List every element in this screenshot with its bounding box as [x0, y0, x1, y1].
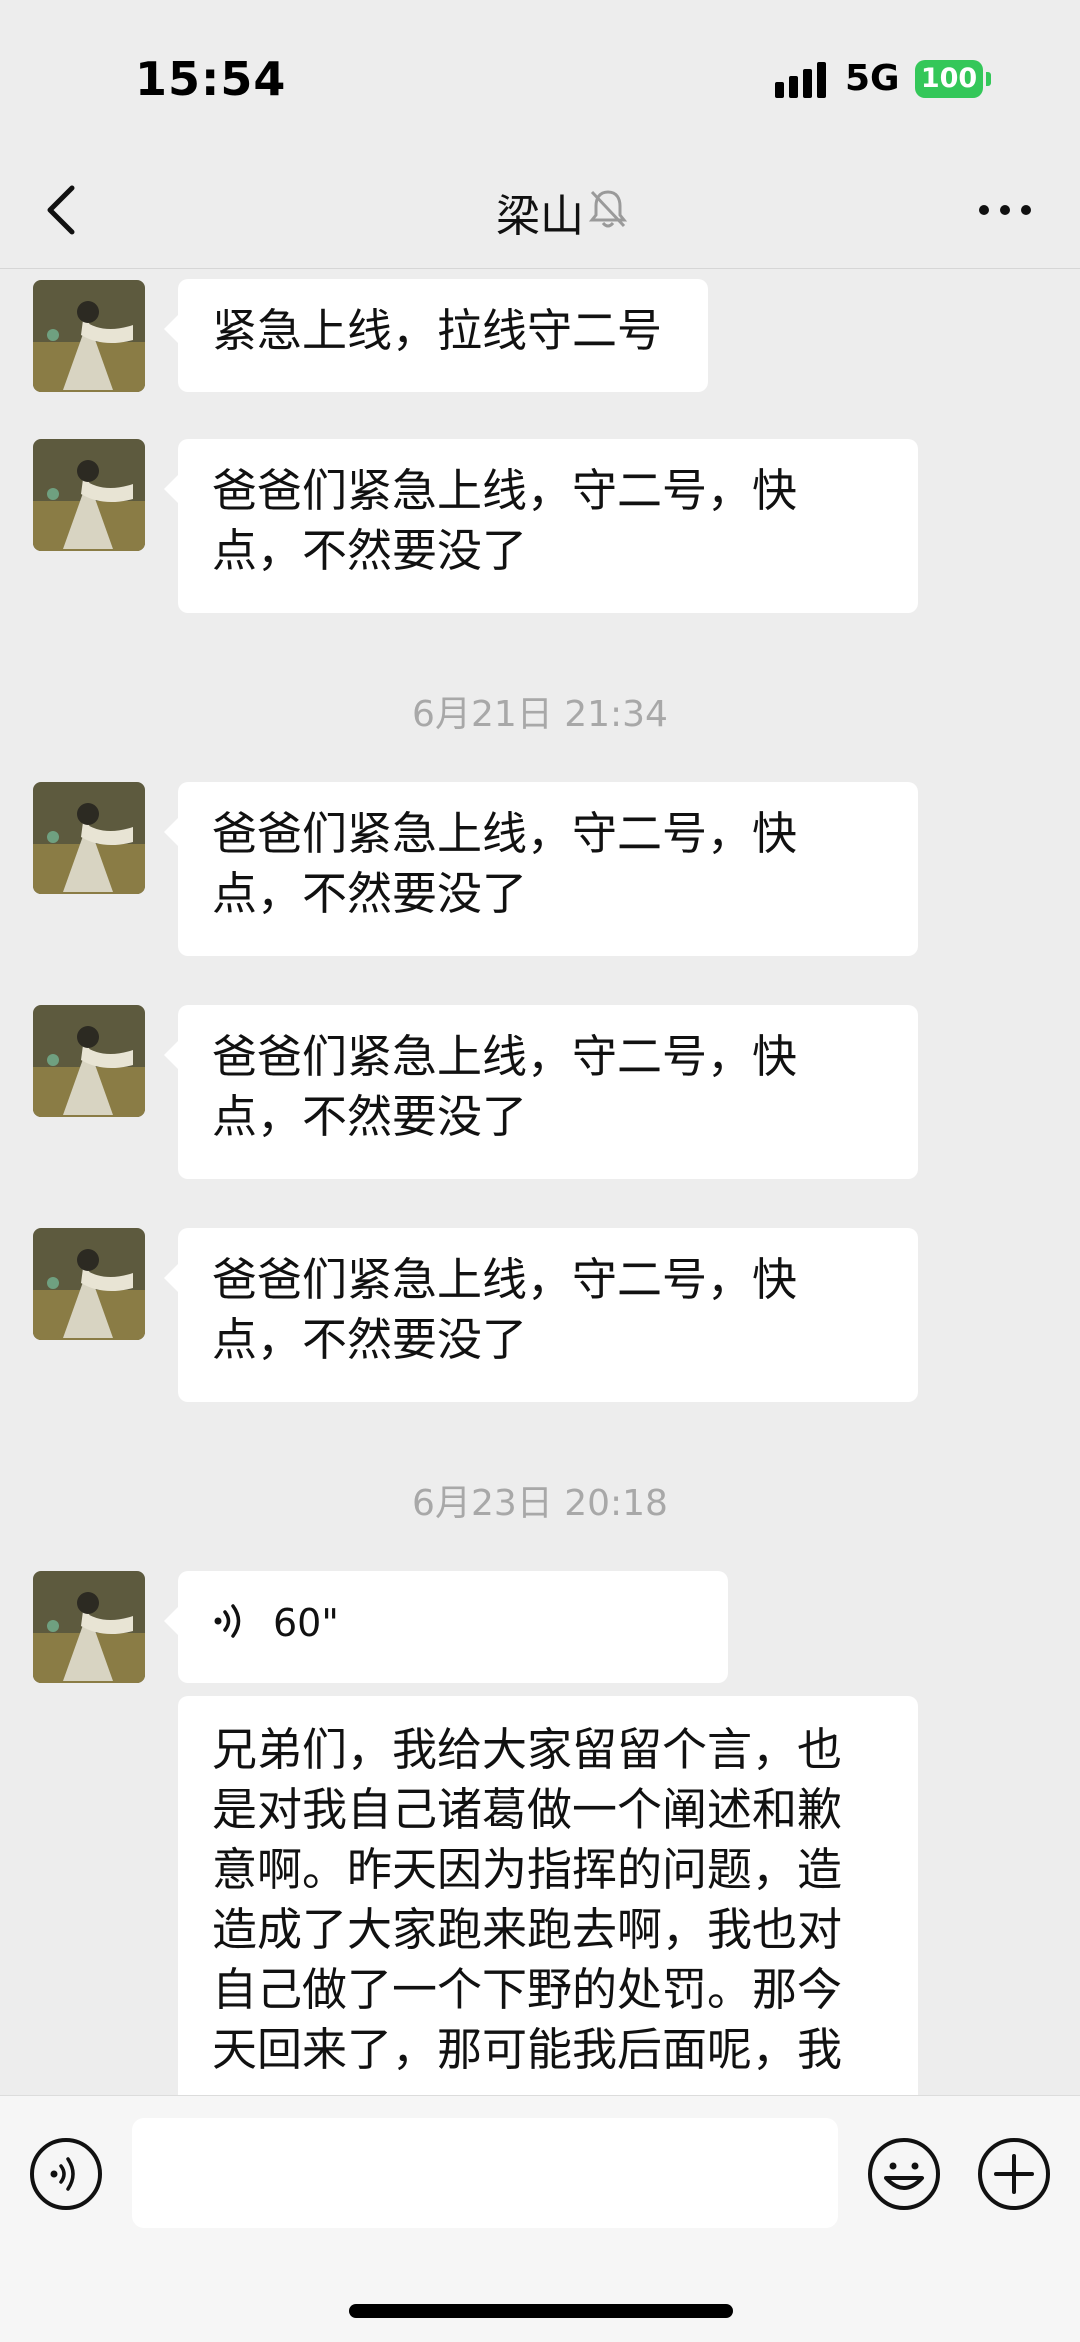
message-bubble[interactable]: 爸爸们紧急上线，守二号，快点，不然要没了 [164, 1005, 918, 1179]
voice-wave-icon [214, 1604, 241, 1638]
transcript-text: 兄弟们，我给大家留留个言，也是对我自己诸葛做一个阐述和歉意啊。昨天因为指挥的问题… [212, 1723, 843, 2076]
avatar[interactable] [33, 439, 145, 551]
avatar[interactable] [33, 1005, 145, 1117]
battery-level: 100 [915, 60, 983, 98]
home-indicator [349, 2304, 733, 2318]
avatar[interactable] [33, 1571, 145, 1683]
avatar[interactable] [33, 280, 145, 392]
cellular-signal-icon [775, 62, 826, 98]
voice-message-bubble[interactable]: 60" [164, 1571, 728, 1683]
emoji-icon[interactable] [866, 2136, 942, 2212]
timestamp: 6月23日 20:18 [412, 1483, 668, 1524]
mute-bell-icon [588, 190, 628, 228]
network-type: 5G [845, 58, 900, 99]
message-text: 爸爸们紧急上线，守二号，快点，不然要没了 [212, 1030, 798, 1143]
voice-duration: 60" [273, 1601, 339, 1645]
voice-mode-icon[interactable] [28, 2136, 104, 2212]
message-bubble[interactable]: 爸爸们紧急上线，守二号，快点，不然要没了 [164, 439, 918, 613]
message-text: 爸爸们紧急上线，守二号，快点，不然要没了 [212, 807, 798, 920]
message-list[interactable]: 紧急上线，拉线守二号 爸爸们紧急上线，守二号，快点，不然要没了 6月21日 21… [0, 269, 1080, 2095]
avatar[interactable] [33, 782, 145, 894]
message-text: 紧急上线，拉线守二号 [212, 304, 663, 357]
plus-icon[interactable] [976, 2136, 1052, 2212]
chat-header: 梁山 [0, 150, 1080, 269]
message-bubble[interactable]: 爸爸们紧急上线，守二号，快点，不然要没了 [164, 1228, 918, 1402]
message-text: 爸爸们紧急上线，守二号，快点，不然要没了 [212, 1253, 798, 1366]
message-bubble[interactable]: 紧急上线，拉线守二号 [164, 279, 708, 392]
status-bar: 15:54 5G 100 [0, 0, 1080, 150]
status-time: 15:54 [135, 52, 287, 106]
timestamp: 6月21日 21:34 [412, 694, 668, 735]
message-bubble[interactable]: 爸爸们紧急上线，守二号，快点，不然要没了 [164, 782, 918, 956]
voice-transcript-bubble[interactable]: 兄弟们，我给大家留留个言，也是对我自己诸葛做一个阐述和歉意啊。昨天因为指挥的问题… [178, 1696, 918, 2095]
battery-tip [986, 72, 991, 86]
chat-title: 梁山 [496, 191, 584, 242]
message-text: 爸爸们紧急上线，守二号，快点，不然要没了 [212, 464, 798, 577]
more-icon[interactable] [970, 180, 1040, 240]
message-input[interactable] [132, 2118, 838, 2228]
avatar[interactable] [33, 1228, 145, 1340]
